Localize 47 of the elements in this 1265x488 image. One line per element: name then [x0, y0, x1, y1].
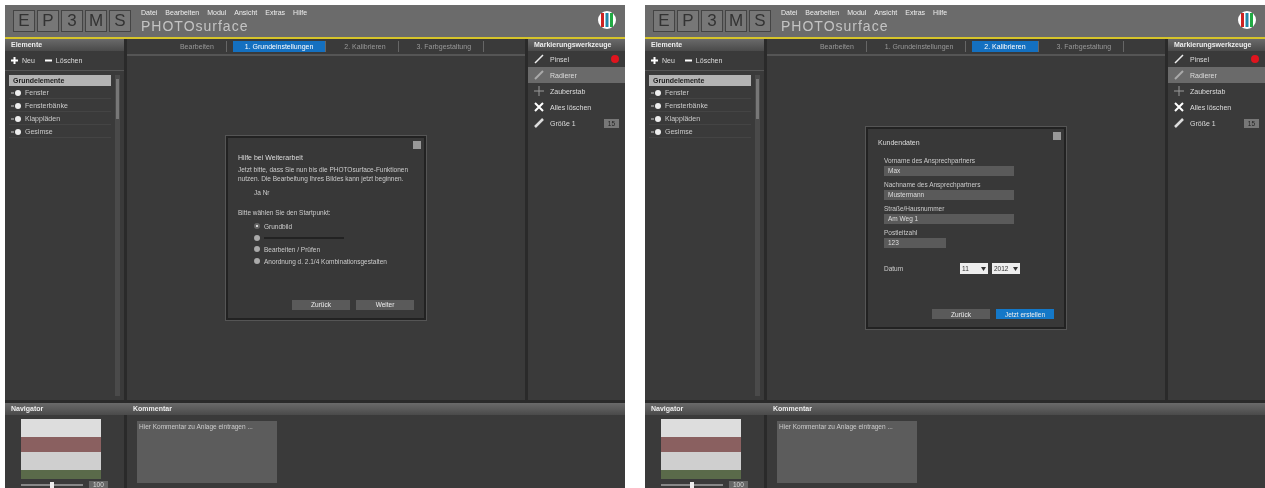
logo-letter: P: [677, 10, 699, 32]
expand-bullet-icon[interactable]: [11, 102, 21, 109]
logo-letter: S: [749, 10, 771, 32]
eraser-icon: [534, 70, 544, 80]
slider-thumb[interactable]: [50, 481, 54, 488]
logo-icon: [1237, 10, 1257, 32]
logo-letter: E: [13, 10, 35, 32]
eraser-icon: [1174, 70, 1184, 80]
logo-letter: P: [37, 10, 59, 32]
close-icon: [534, 102, 544, 112]
logo-letter: M: [725, 10, 747, 32]
brush-icon: [1174, 54, 1184, 64]
logo-letter: S: [109, 10, 131, 32]
plus-icon: [11, 57, 18, 64]
pen-icon: [534, 118, 544, 128]
logo-letter: E: [653, 10, 675, 32]
brush-icon: [534, 54, 544, 64]
logo-letter: 3: [61, 10, 83, 32]
expand-bullet-icon[interactable]: [11, 128, 21, 135]
scrollbar[interactable]: [755, 75, 760, 396]
logo-icon: [597, 10, 617, 32]
radio-button[interactable]: [254, 258, 260, 265]
radio-button[interactable]: [254, 246, 260, 253]
logo-letter: 3: [701, 10, 723, 32]
pen-icon: [1174, 118, 1184, 128]
close-button[interactable]: [413, 141, 421, 150]
plus-icon: [651, 57, 658, 64]
radio-button[interactable]: [254, 234, 260, 241]
expand-bullet-icon[interactable]: [651, 89, 661, 96]
zoom-slider[interactable]: [21, 483, 83, 486]
expand-bullet-icon[interactable]: [651, 128, 661, 135]
expand-bullet-icon[interactable]: [11, 115, 21, 122]
expand-bullet-icon[interactable]: [11, 89, 21, 96]
logo-letter: M: [85, 10, 107, 32]
radio-button[interactable]: [254, 223, 260, 230]
expand-bullet-icon[interactable]: [651, 102, 661, 109]
product-name: PHOTOsurface: [141, 17, 250, 34]
slider-thumb[interactable]: [690, 481, 694, 488]
caret-icon: [981, 266, 986, 271]
scrollbar[interactable]: [115, 75, 120, 396]
expand-bullet-icon[interactable]: [651, 115, 661, 122]
minus-icon: [44, 57, 52, 64]
minus-icon: [684, 57, 692, 64]
caret-icon: [1013, 266, 1018, 271]
product-name: PHOTOsurface: [781, 17, 890, 34]
close-icon: [1174, 102, 1184, 112]
zoom-slider[interactable]: [661, 483, 723, 486]
